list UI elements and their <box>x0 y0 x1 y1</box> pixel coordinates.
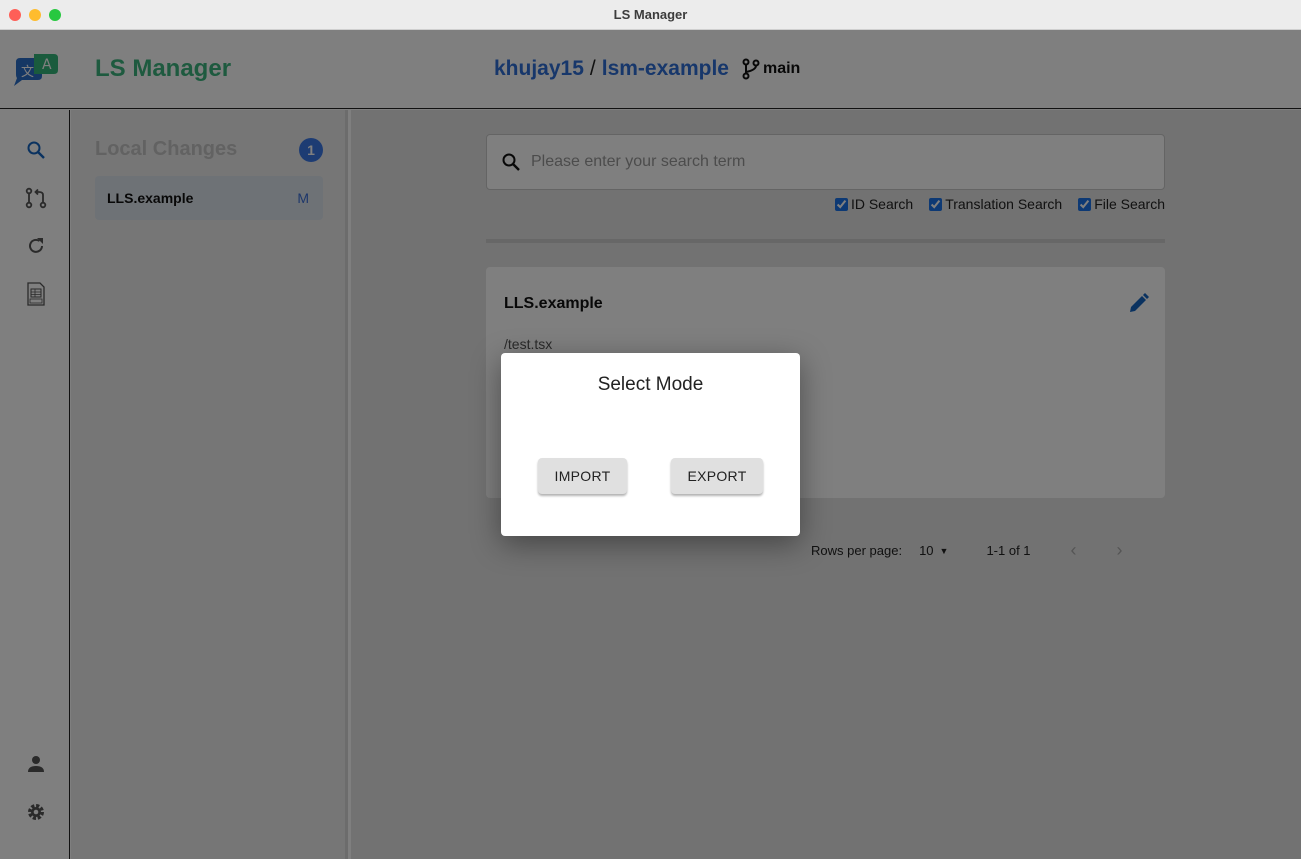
close-window-button[interactable] <box>9 9 21 21</box>
select-mode-dialog: Select Mode IMPORT EXPORT <box>501 353 800 536</box>
minimize-window-button[interactable] <box>29 9 41 21</box>
dialog-title: Select Mode <box>597 374 704 395</box>
maximize-window-button[interactable] <box>49 9 61 21</box>
app: 文 A LS Manager khujay15 / lsm-example ma… <box>0 30 1301 859</box>
window-title: LS Manager <box>613 7 688 22</box>
export-button[interactable]: EXPORT <box>671 458 763 494</box>
window-titlebar: LS Manager <box>0 0 1301 30</box>
import-button[interactable]: IMPORT <box>538 458 627 494</box>
